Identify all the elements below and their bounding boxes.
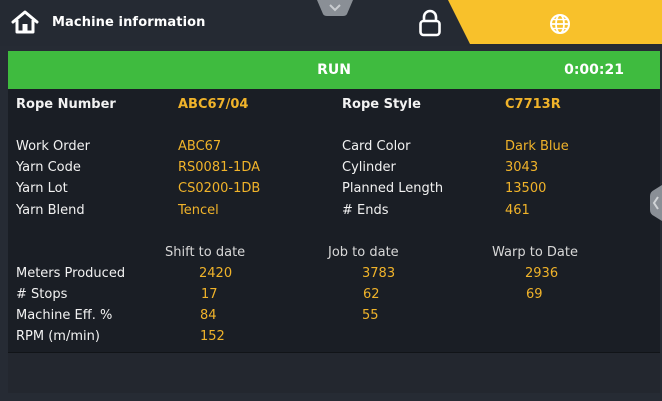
chevron-left-icon[interactable] (650, 185, 662, 221)
run-status-bar: RUN 0:00:21 (8, 51, 660, 89)
machine-details-panel: Rope Number ABC67/04 Rope Style C7713R W… (8, 89, 660, 352)
warp-to-date-header: Warp to Date (492, 245, 578, 260)
yarn-blend-value: Tencel (178, 203, 219, 218)
planned-length-label: Planned Length (342, 181, 444, 196)
stops-shift: 17 (201, 287, 218, 302)
ends-label: # Ends (342, 203, 389, 218)
yarn-code-label: Yarn Code (16, 160, 81, 175)
machine-eff-job: 55 (362, 308, 379, 323)
home-icon[interactable] (10, 9, 40, 35)
yarn-blend-label: Yarn Blend (16, 203, 85, 218)
rope-style-value: C7713R (505, 97, 561, 112)
globe-icon[interactable] (549, 13, 571, 35)
meters-produced-warp: 2936 (525, 266, 559, 281)
cylinder-label: Cylinder (342, 160, 396, 175)
rope-number-label: Rope Number (16, 97, 116, 112)
card-color-value: Dark Blue (505, 139, 569, 154)
machine-eff-shift: 84 (200, 308, 217, 323)
stops-warp: 69 (526, 287, 543, 302)
meters-produced-shift: 2420 (199, 266, 233, 281)
work-order-value: ABC67 (178, 139, 222, 154)
yarn-lot-value: CS0200-1DB (178, 181, 261, 196)
machine-eff-label: Machine Eff. % (16, 308, 113, 323)
work-order-label: Work Order (16, 139, 90, 154)
rope-style-label: Rope Style (342, 97, 421, 112)
rpm-shift: 152 (200, 329, 225, 344)
machine-info-screen: Machine information RUN 0:00:21 Rope Num… (0, 0, 662, 401)
chevron-down-icon[interactable] (317, 0, 353, 16)
stops-job: 62 (363, 287, 380, 302)
shift-to-date-header: Shift to date (165, 245, 246, 260)
footer-panel (8, 352, 660, 393)
stops-label: # Stops (16, 287, 68, 302)
job-to-date-header: Job to date (328, 245, 399, 260)
run-state: RUN (317, 62, 351, 78)
card-color-label: Card Color (342, 139, 411, 154)
meters-produced-job: 3783 (362, 266, 396, 281)
cylinder-value: 3043 (505, 160, 539, 175)
meters-produced-label: Meters Produced (16, 266, 126, 281)
elapsed-time: 0:00:21 (564, 62, 624, 78)
ends-value: 461 (505, 203, 530, 218)
yarn-lot-label: Yarn Lot (16, 181, 68, 196)
rope-number-value: ABC67/04 (178, 97, 249, 112)
yarn-code-value: RS0081-1DA (178, 160, 261, 175)
lock-icon[interactable] (418, 9, 442, 37)
rpm-label: RPM (m/min) (16, 329, 100, 344)
page-title: Machine information (52, 15, 206, 30)
header-bar: Machine information (0, 0, 662, 46)
planned-length-value: 13500 (505, 181, 547, 196)
